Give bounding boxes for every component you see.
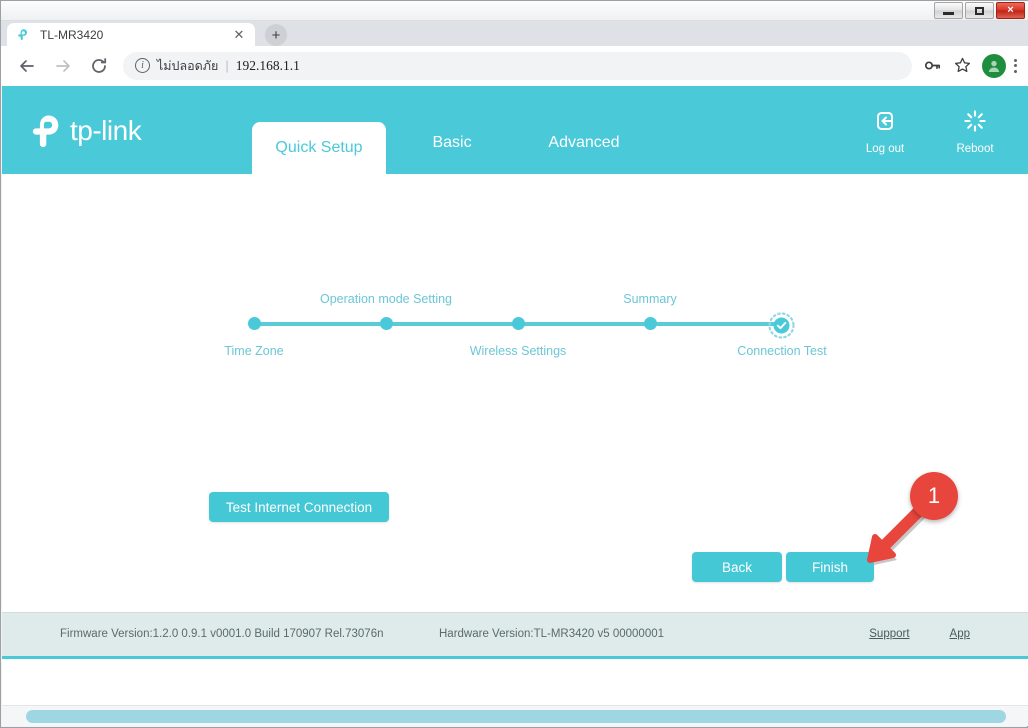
router-content: Operation mode Setting Summary Time Zone… (2, 174, 1028, 659)
app-link[interactable]: App (950, 628, 970, 640)
footer-links: Support App (869, 628, 970, 640)
router-header: tp-link Quick Setup Basic Advanced Log o… (2, 86, 1028, 174)
new-tab-button[interactable]: + (265, 24, 287, 46)
maximize-icon (975, 6, 984, 15)
logout-label: Log out (865, 143, 905, 155)
browser-tab[interactable]: TL-MR3420 ✕ (7, 23, 255, 46)
kebab-dot (1014, 58, 1017, 62)
profile-avatar[interactable] (982, 53, 1006, 78)
window-close-button[interactable]: × (996, 2, 1025, 19)
stepper-dot-3 (512, 317, 525, 330)
stepper-dot-4 (644, 317, 657, 330)
close-icon: × (1007, 4, 1014, 16)
router-header-actions: Log out Reboot (852, 108, 1008, 155)
firmware-version-label: Firmware Version:1.2.0 0.9.1 v0001.0 Bui… (60, 628, 384, 640)
tp-link-logo-icon (24, 110, 66, 152)
page-bottom-accent (2, 656, 1028, 659)
browser-tabstrip: TL-MR3420 ✕ + (1, 21, 1028, 46)
window-maximize-button[interactable] (965, 2, 994, 19)
browser-tab-title: TL-MR3420 (40, 27, 104, 42)
forward-nav-button[interactable] (49, 52, 77, 80)
annotation-step-badge: 1 (910, 472, 958, 520)
reload-button[interactable] (85, 52, 113, 80)
step-label-connection-test: Connection Test (737, 344, 827, 358)
back-button[interactable]: Back (692, 552, 782, 582)
router-footer: Firmware Version:1.2.0 0.9.1 v0001.0 Bui… (2, 612, 1028, 656)
page-viewport: tp-link Quick Setup Basic Advanced Log o… (2, 86, 1028, 706)
kebab-dot (1014, 69, 1017, 73)
minimize-icon (943, 12, 954, 15)
tp-link-logo[interactable]: tp-link (24, 110, 142, 152)
window-minimize-button[interactable] (934, 2, 963, 19)
reboot-button[interactable]: Reboot (942, 108, 1008, 155)
support-link[interactable]: Support (869, 628, 909, 640)
router-nav-tabs: Quick Setup Basic Advanced (252, 86, 650, 174)
browser-toolbar: i ไม่ปลอดภัย | 192.168.1.1 (1, 46, 1028, 86)
browser-tab-close-icon[interactable]: ✕ (231, 27, 247, 43)
omnibox[interactable]: i ไม่ปลอดภัย | 192.168.1.1 (123, 51, 912, 80)
os-window: × TL-MR3420 ✕ + i ไม่ปลอดภัย | 192.168.1… (0, 0, 1028, 728)
back-nav-button[interactable] (13, 52, 41, 80)
check-circle-dashed-icon (768, 312, 795, 339)
logout-button[interactable]: Log out (852, 108, 918, 155)
reboot-icon (962, 108, 988, 139)
reboot-label: Reboot (956, 143, 994, 155)
logout-icon (872, 108, 898, 139)
test-internet-connection-button[interactable]: Test Internet Connection (209, 492, 389, 522)
step-label-wireless-settings: Wireless Settings (469, 344, 567, 358)
site-info-icon[interactable]: i (135, 58, 150, 73)
password-manager-icon[interactable] (918, 52, 946, 80)
tab-basic[interactable]: Basic (386, 134, 518, 174)
bookmark-star-icon[interactable] (948, 52, 976, 80)
window-titlebar: × (1, 1, 1028, 21)
stepper-dot-1 (248, 317, 261, 330)
horizontal-scrollbar[interactable] (2, 705, 1028, 726)
tab-quick-setup[interactable]: Quick Setup (252, 122, 386, 174)
window-controls: × (934, 2, 1025, 19)
hardware-version-label: Hardware Version:TL-MR3420 v5 00000001 (439, 628, 665, 640)
chrome-menu-button[interactable] (1014, 58, 1017, 73)
step-label-summary: Summary (623, 292, 677, 306)
step-label-operation-mode: Operation mode Setting (319, 292, 453, 306)
tp-link-brand-text: tp-link (70, 115, 142, 146)
omnibox-url: 192.168.1.1 (235, 57, 300, 73)
omnibox-separator: | (225, 58, 229, 73)
kebab-dot (1014, 64, 1017, 67)
horizontal-scrollbar-thumb[interactable] (26, 709, 1006, 723)
step-label-time-zone: Time Zone (224, 344, 284, 358)
stepper-dot-2 (380, 317, 393, 330)
security-status-label: ไม่ปลอดภัย (157, 58, 219, 73)
tp-link-favicon-icon (15, 27, 31, 43)
tab-advanced[interactable]: Advanced (518, 134, 650, 174)
